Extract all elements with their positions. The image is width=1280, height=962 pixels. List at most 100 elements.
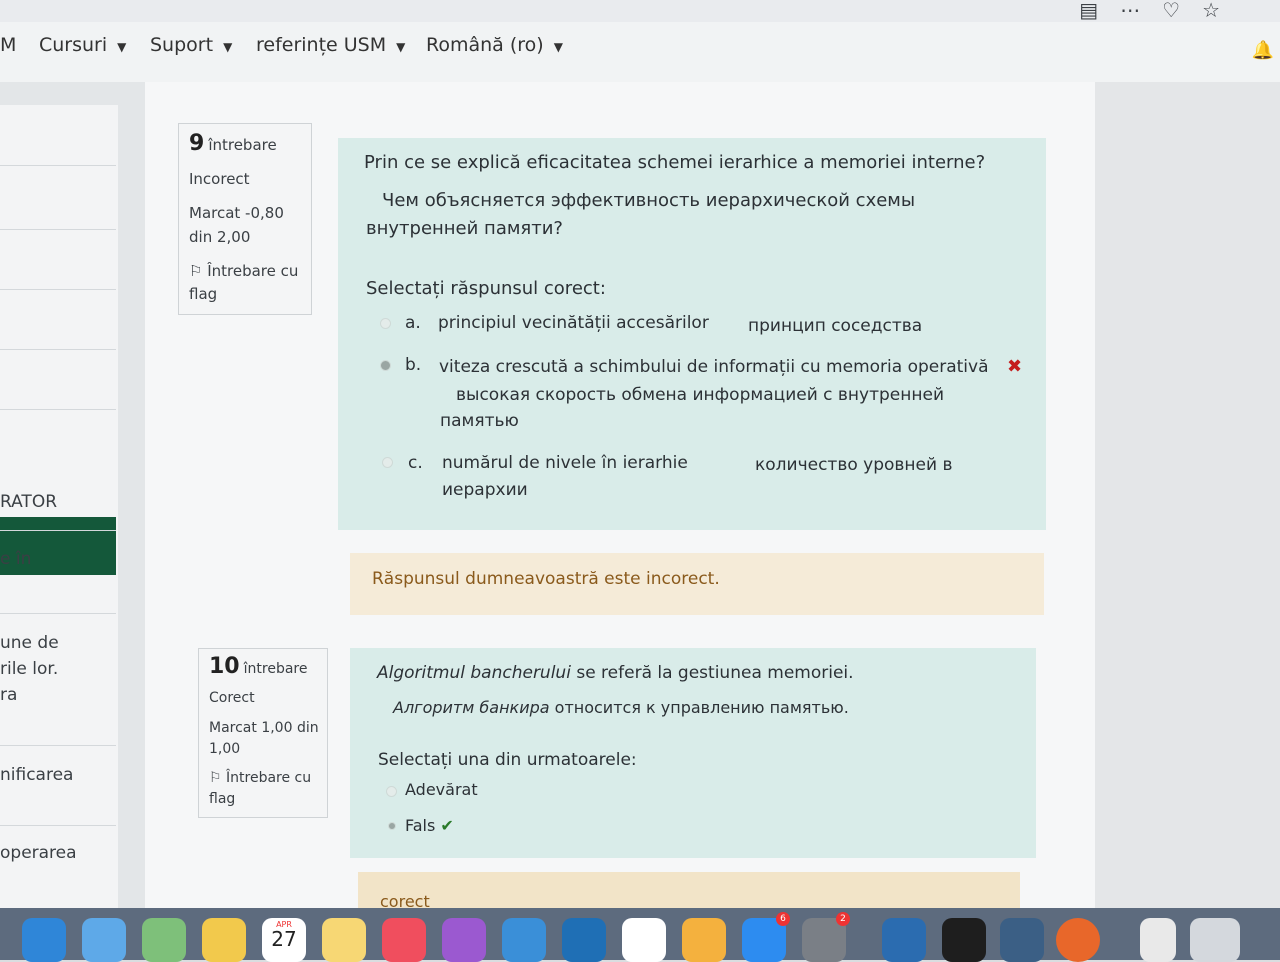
- screenshot-folder-icon[interactable]: [1190, 918, 1240, 962]
- sidebar-divider: [0, 409, 116, 410]
- caret-down-icon: ▼: [553, 40, 563, 54]
- answer-letter-c: c.: [408, 453, 423, 473]
- flag-icon: ⚐: [209, 770, 227, 786]
- sidebar-item-label[interactable]: e în: [0, 546, 31, 572]
- answer-text-c-ru[interactable]: количество уровней в: [755, 455, 952, 475]
- terminal-icon[interactable]: [942, 918, 986, 962]
- flag-question-link-2[interactable]: flag: [209, 788, 235, 811]
- keynote-icon[interactable]: [502, 918, 546, 962]
- question-mark: Marcat -0,80: [189, 204, 284, 222]
- answer-prompt: Selectați răspunsul corect:: [366, 278, 606, 299]
- answer-radio-true[interactable]: [386, 786, 397, 797]
- answer-text-c[interactable]: numărul de nivele în ierarhie: [442, 453, 688, 473]
- sidebar-divider: [0, 165, 116, 166]
- podcasts-icon[interactable]: [442, 918, 486, 962]
- answer-text-c-ru-2[interactable]: иерархии: [442, 480, 528, 500]
- answer-text-true[interactable]: Adevărat: [405, 780, 478, 799]
- question-mark: Marcat 1,00 din: [209, 720, 319, 736]
- answer-radio-false[interactable]: [388, 822, 396, 830]
- sidebar-item-label[interactable]: nificarea: [0, 762, 73, 788]
- top-navbar: M Cursuri ▼ Suport ▼ referințe USM ▼ Română…: [0, 22, 1280, 82]
- more-icon[interactable]: ⋯: [1120, 0, 1140, 22]
- flag-question-link-2[interactable]: flag: [189, 283, 217, 306]
- settings-icon[interactable]: 2: [802, 912, 850, 962]
- calendar-day: 27: [271, 927, 297, 951]
- question-number: 9: [189, 131, 205, 156]
- safari-icon[interactable]: [22, 918, 66, 962]
- answer-text-b-ru[interactable]: высокая скорость обмена информацией с вн…: [456, 385, 944, 405]
- sidebar-item-label[interactable]: rile lor.: [0, 656, 58, 682]
- feedback-box: Răspunsul dumneavoastră este incorect.: [350, 553, 1044, 615]
- dock: APR 27 6 2: [0, 908, 1280, 962]
- answer-letter-b: b.: [405, 355, 422, 375]
- nav-suport[interactable]: Suport ▼: [150, 34, 232, 56]
- vscode-icon[interactable]: [562, 918, 606, 962]
- sidebar-divider: [0, 229, 116, 230]
- answer-text-b[interactable]: viteza crescută a schimbului de informaț…: [439, 357, 989, 377]
- question-text-ru: Чем объясняется эффективность иерархичес…: [382, 190, 916, 211]
- answer-text-b-ru-2[interactable]: памятью: [440, 411, 519, 431]
- right-column: [1095, 82, 1280, 908]
- sidebar-divider: [0, 613, 116, 614]
- sidebar-divider: [0, 289, 116, 290]
- settings-badge: 2: [836, 912, 850, 926]
- calendar-icon[interactable]: APR 27: [262, 918, 306, 962]
- answer-radio-b[interactable]: [380, 360, 391, 371]
- question-mark-total: 1,00: [209, 741, 241, 757]
- question-word: întrebare: [243, 661, 308, 677]
- document-icon[interactable]: [1140, 918, 1176, 962]
- browser-toolbar: ▤ ⋯ ♡ ☆: [0, 0, 1280, 22]
- reader-icon[interactable]: ▤: [1079, 0, 1098, 22]
- pocket-icon[interactable]: ♡: [1162, 0, 1180, 22]
- incorrect-icon: ✖: [1007, 356, 1023, 377]
- app-store-icon[interactable]: 6: [742, 912, 790, 962]
- sidebar-divider: [0, 349, 116, 350]
- numbers-icon[interactable]: [622, 918, 666, 962]
- music-icon[interactable]: [382, 918, 426, 962]
- answer-text-a-ru[interactable]: принцип соседства: [748, 316, 922, 336]
- question-status: Corect: [209, 690, 255, 706]
- photos-icon[interactable]: [202, 918, 246, 962]
- feedback-box-next: corect: [358, 872, 1020, 911]
- mail-icon[interactable]: [82, 918, 126, 962]
- bell-icon[interactable]: 🔔: [1252, 40, 1274, 61]
- nav-cursuri[interactable]: Cursuri ▼: [39, 34, 126, 56]
- flag-question-link[interactable]: ⚐ Întrebare cu: [189, 260, 298, 283]
- nav-referinte[interactable]: referințe USM ▼: [256, 34, 405, 56]
- answer-prompt: Selectați una din urmatoarele:: [378, 750, 637, 770]
- sidebar-item-label[interactable]: ra: [0, 682, 17, 708]
- notes-icon[interactable]: [322, 918, 366, 962]
- sidebar-item-label[interactable]: RATOR: [0, 489, 57, 515]
- question-info-10: 10 întrebare Corect Marcat 1,00 din 1,00 …: [198, 648, 328, 818]
- star-icon[interactable]: ☆: [1202, 0, 1220, 22]
- correct-check-icon: ✔: [440, 816, 454, 835]
- sidebar-divider: [0, 745, 116, 746]
- sidebar-item-label[interactable]: une de: [0, 630, 59, 656]
- pages-icon[interactable]: [682, 918, 726, 962]
- question-text-ro: Prin ce se explică eficacitatea schemei …: [364, 152, 986, 173]
- remote-desktop-icon[interactable]: [1000, 918, 1044, 962]
- app-store-badge: 6: [776, 912, 790, 926]
- flag-icon: ⚐: [189, 262, 208, 280]
- nav-partial: M: [0, 34, 17, 56]
- answer-text-a[interactable]: principiul vecinătății accesărilor: [438, 313, 709, 333]
- maps-icon[interactable]: [142, 918, 186, 962]
- answer-text-false[interactable]: Fals ✔: [405, 816, 454, 835]
- feedback-text: Răspunsul dumneavoastră este incorect.: [372, 569, 720, 589]
- sidebar-divider: [0, 530, 116, 531]
- question-word: întrebare: [208, 136, 277, 154]
- answer-letter-a: a.: [405, 313, 421, 333]
- flag-question-link[interactable]: ⚐ Întrebare cu: [209, 767, 311, 790]
- caret-down-icon: ▼: [223, 40, 233, 54]
- sidebar-item-label[interactable]: operarea: [0, 840, 77, 866]
- firefox-icon[interactable]: [1056, 918, 1100, 962]
- question-mark-total: din 2,00: [189, 228, 251, 246]
- question-status: Incorect: [189, 170, 250, 188]
- tableplus-icon[interactable]: [882, 918, 926, 962]
- question-info-9: 9 întrebare Incorect Marcat -0,80 din 2,0…: [178, 123, 312, 315]
- question-text-ro: Algoritmul bancherului se referă la gest…: [377, 663, 854, 683]
- nav-language[interactable]: Română (ro) ▼: [426, 34, 563, 56]
- sidebar-divider: [0, 825, 116, 826]
- answer-radio-a[interactable]: [380, 318, 391, 329]
- answer-radio-c[interactable]: [382, 457, 393, 468]
